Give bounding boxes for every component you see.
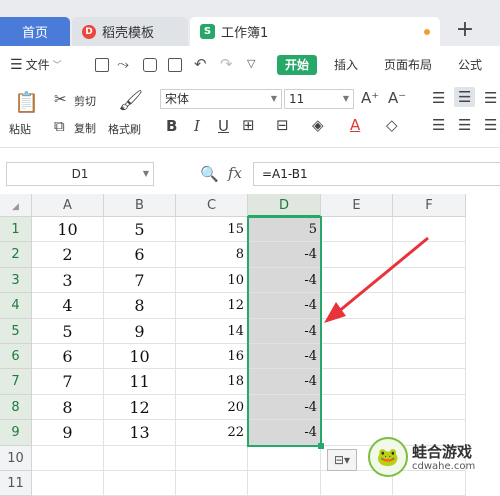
watermark-title: 蛙合游戏	[412, 442, 473, 461]
annotation-arrow-layer	[324, 236, 429, 323]
watermark-url: cdwahe.com	[412, 460, 476, 472]
watermark: 🐸 蛙合游戏 cdwahe.com	[368, 433, 500, 481]
annotation-arrow-line	[337, 236, 429, 314]
frog-logo-icon: 🐸	[368, 437, 408, 477]
annotation-arrow-head-icon	[324, 302, 346, 323]
